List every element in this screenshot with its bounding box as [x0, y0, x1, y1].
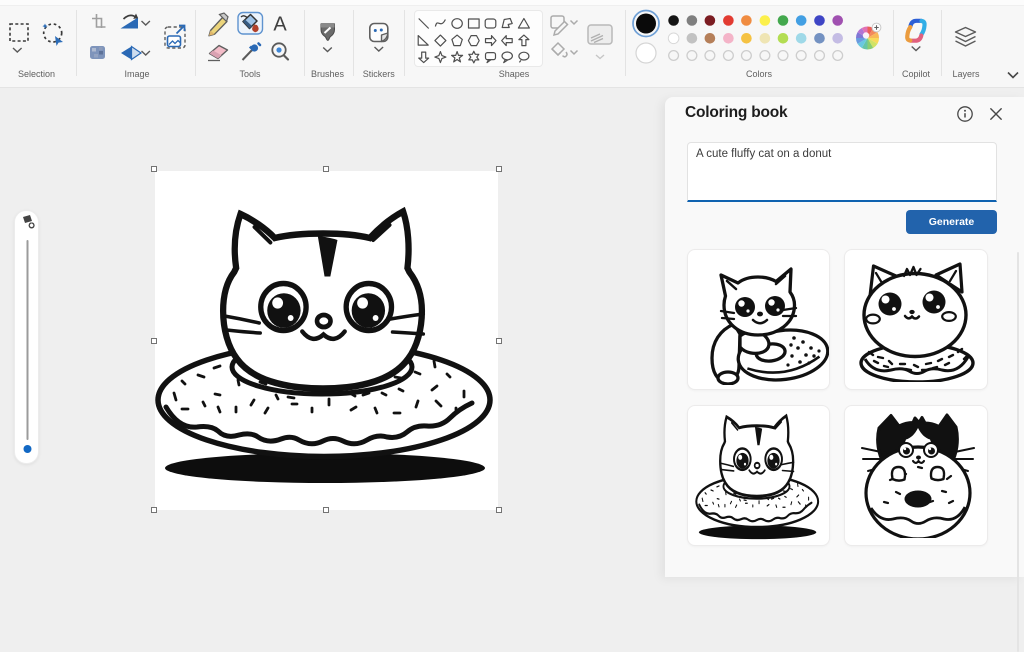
svg-text:A: A: [273, 14, 287, 36]
